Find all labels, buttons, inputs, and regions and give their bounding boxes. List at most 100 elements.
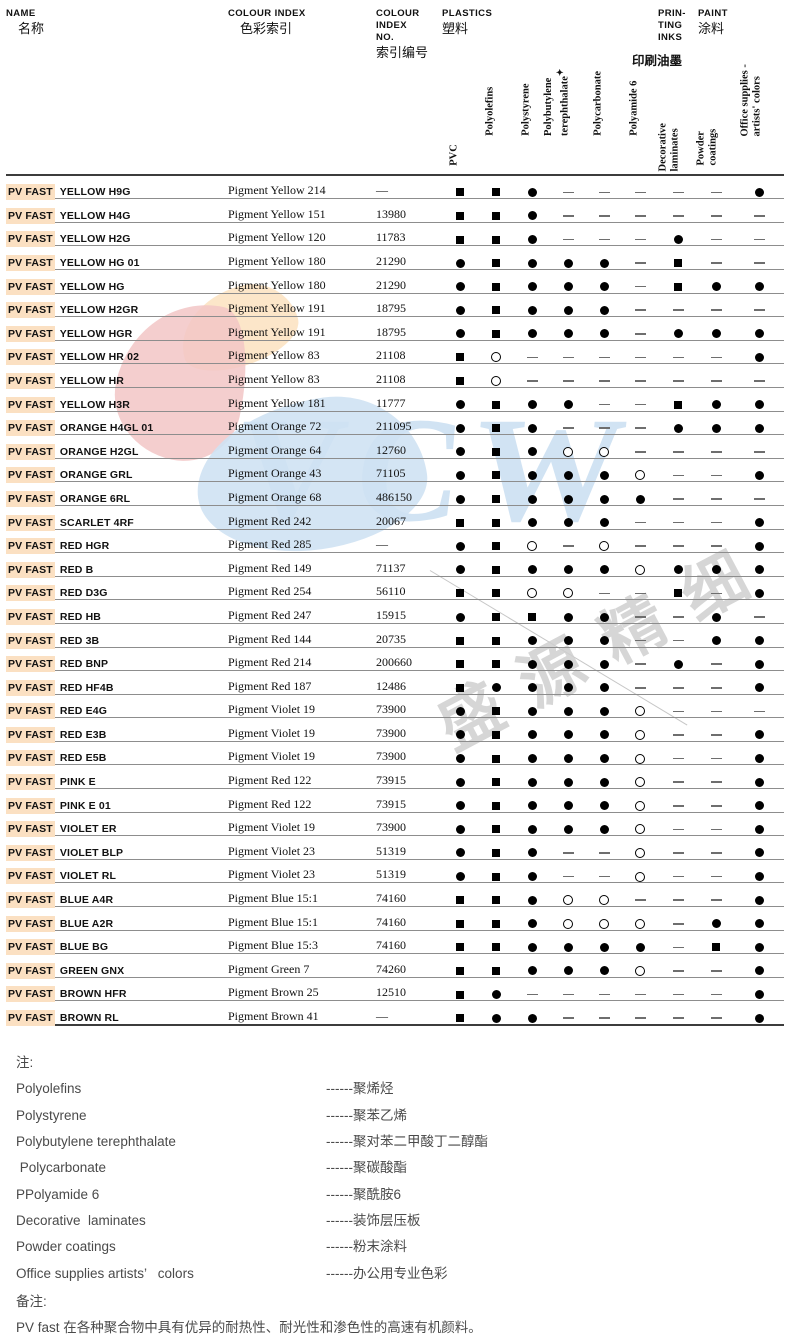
cell-rating-0 <box>442 552 478 577</box>
header-inks-l3: INKS <box>658 31 683 43</box>
cell-rating-7 <box>698 481 734 506</box>
cell-colour-index-no: 73900 <box>376 741 442 766</box>
cell-colour-index: Pigment Orange 68 <box>228 481 376 506</box>
dash-icon <box>562 238 574 241</box>
cell-colour-index-no: 74160 <box>376 906 442 931</box>
cell-rating-6 <box>658 812 698 837</box>
cell-rating-1 <box>478 269 514 294</box>
remark-body: PV fast 在各种聚合物中具有优异的耐热性、耐光性和渗色性的高速有机颜料。 <box>16 1320 482 1336</box>
dash-icon <box>526 356 538 359</box>
cell-rating-2 <box>514 812 550 837</box>
cell-rating-6 <box>658 623 698 648</box>
dash-icon <box>562 875 574 878</box>
table-row: PV FAST YELLOW H3R Pigment Yellow 181 1177… <box>6 387 784 413</box>
brand-prefix: PV FAST <box>6 207 55 224</box>
cell-rating-3 <box>550 269 586 294</box>
open-circle-icon <box>563 895 573 906</box>
cell-rating-8 <box>734 174 784 200</box>
cell-rating-8 <box>734 1000 784 1027</box>
cell-rating-4 <box>586 906 622 931</box>
cell-product-name: PV FAST BLUE BG <box>6 930 228 956</box>
cell-product-name: PV FAST ORANGE H4GL 01 <box>6 411 228 437</box>
cell-rating-5 <box>622 387 658 412</box>
square-icon <box>492 872 500 881</box>
cell-rating-6 <box>658 363 698 388</box>
product-name-text: RED HGR <box>56 540 110 553</box>
circle-icon <box>599 636 609 646</box>
brand-prefix: PV FAST <box>6 372 55 389</box>
cell-rating-7 <box>698 623 734 648</box>
product-name-text: ORANGE GRL <box>56 469 133 482</box>
cell-rating-7 <box>698 1000 734 1027</box>
square-icon <box>492 211 500 220</box>
subcol-decorative-laminates-label: Decorative laminates <box>658 123 682 171</box>
cell-rating-1 <box>478 576 514 601</box>
circle-icon <box>455 541 465 551</box>
note-term-en: Polystyrene <box>16 1107 87 1123</box>
cell-rating-2 <box>514 505 550 530</box>
dash-icon <box>634 238 646 241</box>
cell-colour-index-no: 71137 <box>376 552 442 577</box>
cell-rating-5 <box>622 930 658 955</box>
square-icon <box>456 896 464 905</box>
cell-rating-5 <box>622 552 658 577</box>
dash-icon <box>710 474 722 477</box>
brand-prefix: PV FAST <box>6 184 55 201</box>
open-circle-icon <box>635 706 645 717</box>
cell-rating-2 <box>514 906 550 931</box>
remark-title: 备注: <box>16 1293 47 1309</box>
cell-rating-1 <box>478 930 514 955</box>
cell-rating-3 <box>550 930 586 955</box>
cell-rating-2 <box>514 1000 550 1027</box>
square-icon <box>674 259 682 268</box>
cell-rating-1 <box>478 458 514 483</box>
table-row: PV FAST BLUE BG Pigment Blue 15:3 74160 <box>6 930 784 956</box>
header-ci-no-l1: COLOUR <box>376 8 420 19</box>
cell-rating-5 <box>622 1000 658 1027</box>
circle-icon <box>455 824 465 834</box>
cell-rating-5 <box>622 694 658 719</box>
cell-rating-4 <box>586 245 622 270</box>
circle-icon <box>527 494 537 504</box>
header-colour-index-cn: 色彩索引 <box>240 20 293 36</box>
cell-rating-7 <box>698 694 734 719</box>
table-row: PV FAST RED E4G Pigment Violet 19 73900 <box>6 694 784 720</box>
cell-colour-index: Pigment Yellow 120 <box>228 222 376 247</box>
cell-product-name: PV FAST RED B <box>6 552 228 578</box>
cell-rating-2 <box>514 174 550 200</box>
note-term-en: Office supplies artists’ colors <box>16 1265 194 1281</box>
cell-rating-5 <box>622 647 658 672</box>
brand-prefix: PV FAST <box>6 538 55 555</box>
cell-rating-6 <box>658 481 698 506</box>
cell-rating-0 <box>442 953 478 978</box>
product-name-text: YELLOW H4G <box>56 209 131 222</box>
brand-prefix: PV FAST <box>6 962 55 979</box>
cell-rating-7 <box>698 316 734 341</box>
cell-rating-5 <box>622 340 658 365</box>
cell-rating-7 <box>698 552 734 577</box>
cell-rating-3 <box>550 576 586 601</box>
subcol-declam-l2: laminates <box>669 128 681 172</box>
circle-icon <box>527 423 537 433</box>
product-name-text: ORANGE 6RL <box>56 492 131 505</box>
cell-rating-4 <box>586 174 622 200</box>
cell-rating-3 <box>550 481 586 506</box>
dash-icon <box>672 380 684 382</box>
table-row: PV FAST RED BNP Pigment Red 214 200660 <box>6 647 784 673</box>
table-row: PV FAST ORANGE H2GL Pigment Orange 64 1276… <box>6 434 784 460</box>
dash-icon <box>710 734 722 736</box>
cell-product-name: PV FAST YELLOW H2G <box>6 222 228 248</box>
circle-icon <box>563 612 573 622</box>
circle-icon <box>754 423 764 433</box>
pigment-table-page: VCW 盛 源 精 细 NAME 名称 COLOUR INDEX 色彩索引 CO… <box>0 0 790 1341</box>
cell-rating-5 <box>622 835 658 860</box>
cell-colour-index: Pigment Violet 19 <box>228 812 376 837</box>
cell-colour-index: Pigment Red 285 <box>228 529 376 554</box>
header-group-paint: PAINT 涂料 Powder coatings <box>695 0 734 176</box>
cell-colour-index-no: 21108 <box>376 340 442 365</box>
cell-rating-1 <box>478 835 514 860</box>
cell-rating-1 <box>478 623 514 648</box>
circle-icon <box>754 990 764 999</box>
circle-icon <box>527 1013 537 1023</box>
header-name-en: NAME <box>6 8 36 19</box>
